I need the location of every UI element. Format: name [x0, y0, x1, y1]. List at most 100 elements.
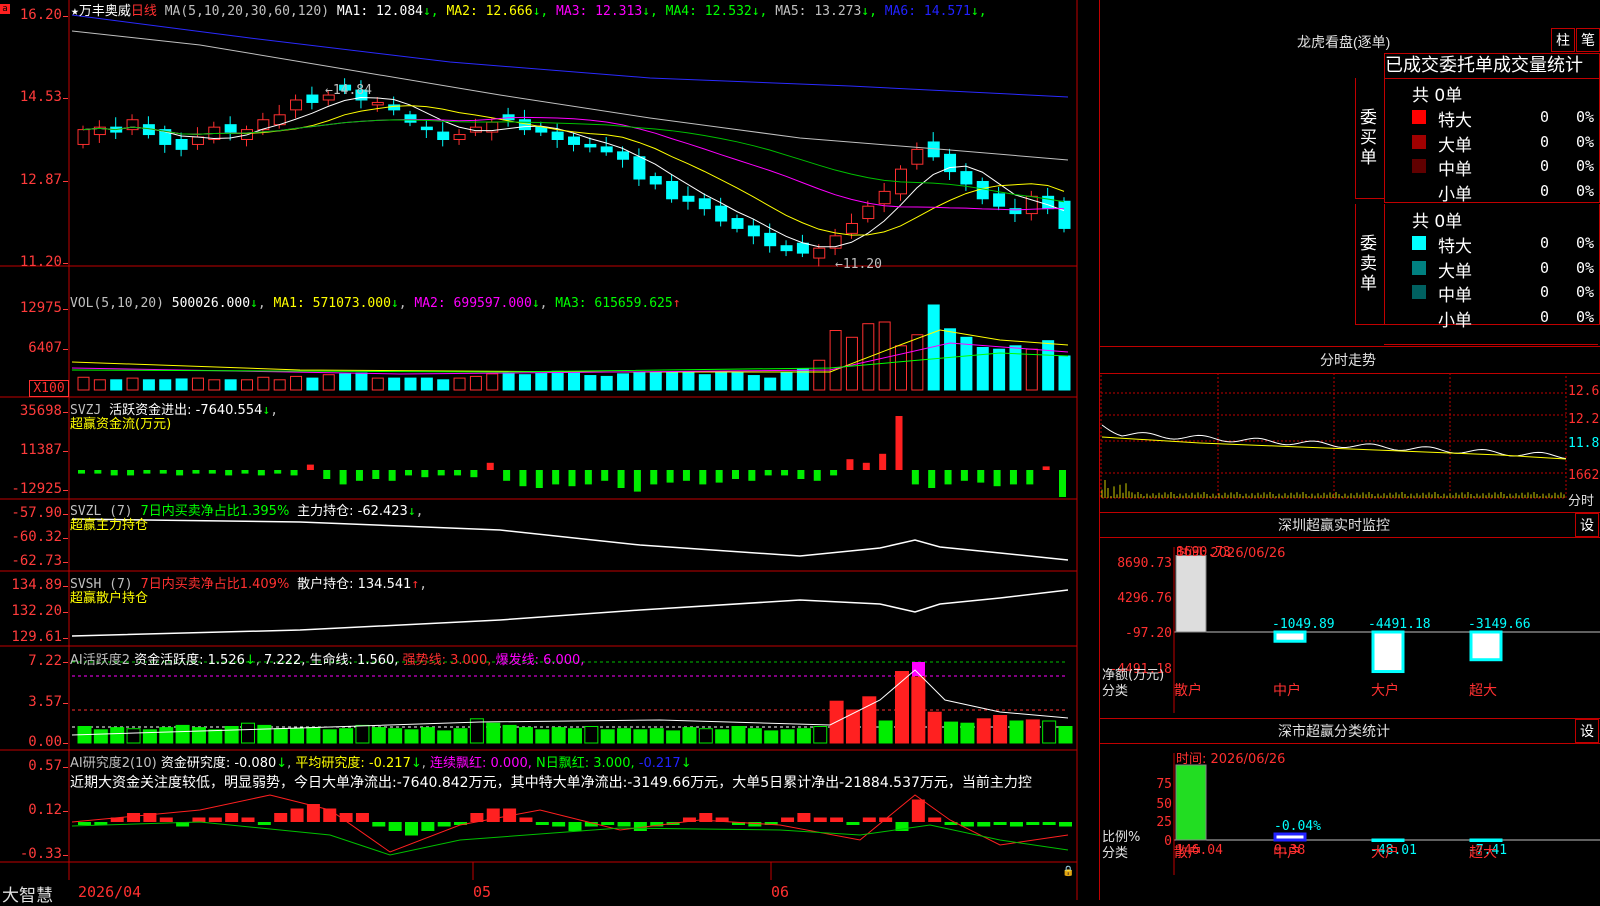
research-bar — [846, 822, 860, 825]
activity-bar — [518, 727, 533, 744]
category-label: 中户 — [1273, 682, 1301, 699]
stock-name[interactable]: 万丰奥威 — [79, 4, 131, 19]
candle[interactable] — [600, 146, 613, 153]
candle[interactable] — [862, 205, 875, 220]
candle[interactable] — [813, 247, 826, 259]
svsh-axis-label: 134.89 — [11, 577, 62, 593]
fenshi-axis-label: 11.83 — [1568, 436, 1600, 451]
candle[interactable] — [633, 156, 646, 180]
candle[interactable] — [878, 190, 891, 205]
volume-bar — [306, 377, 319, 391]
order-color-swatch — [1412, 285, 1426, 299]
volume-bar — [142, 379, 155, 391]
panel-y-label: 50 — [1156, 797, 1172, 812]
order-color-swatch — [1412, 110, 1426, 124]
price-axis-label: 12.87 — [19, 172, 62, 188]
candle[interactable] — [649, 176, 662, 185]
research-bar — [911, 799, 925, 822]
volume-bar — [159, 379, 172, 391]
flow-bar — [993, 470, 1001, 487]
candle[interactable] — [453, 134, 466, 140]
candle[interactable] — [584, 143, 597, 148]
activity-bar — [895, 671, 909, 744]
activity-bar — [241, 722, 255, 744]
candle[interactable] — [388, 104, 401, 111]
candle[interactable] — [747, 225, 760, 237]
bar-mode-button[interactable]: 柱 — [1551, 28, 1575, 52]
axis-tick — [63, 451, 68, 452]
volume-bar — [191, 377, 204, 391]
candle[interactable] — [666, 180, 679, 200]
candle[interactable] — [551, 131, 564, 140]
lock-icon[interactable]: 🔒 — [1062, 866, 1074, 877]
candle[interactable] — [764, 232, 777, 247]
candle[interactable] — [993, 193, 1006, 207]
flow-bar — [650, 470, 658, 485]
candle[interactable] — [911, 148, 924, 165]
candle[interactable] — [796, 242, 809, 254]
candle[interactable] — [715, 205, 728, 222]
period-label[interactable]: 日线 — [131, 4, 157, 19]
activity-bar — [159, 727, 174, 744]
flow-bar — [306, 464, 314, 470]
research-bar — [355, 813, 369, 822]
candle[interactable] — [682, 195, 695, 202]
svsh-ratio: 7日内买卖净占比1.409% — [140, 577, 290, 592]
candle[interactable] — [77, 129, 90, 145]
candle[interactable] — [290, 99, 303, 111]
panel-x-caption: 分类 — [1102, 684, 1128, 699]
ai2-name: AI研究度2(10) — [70, 756, 157, 771]
svsh-hold: 散户持仓: 134.541 — [297, 577, 412, 592]
flow-bar — [339, 470, 347, 485]
candle[interactable] — [175, 139, 188, 150]
candle[interactable] — [845, 222, 858, 234]
activity-bar — [388, 728, 403, 744]
candle[interactable] — [224, 124, 237, 133]
intraday-chart[interactable]: 12.69 12.26 11.83 16624 分时 — [1100, 373, 1600, 510]
candle[interactable] — [780, 245, 793, 252]
candle[interactable] — [191, 136, 204, 145]
candle[interactable] — [1058, 200, 1071, 229]
research-bar — [830, 817, 844, 822]
category-value: -4491.18 — [1368, 617, 1431, 632]
flow-bar — [503, 470, 511, 481]
candle[interactable] — [960, 171, 973, 185]
svzl-axis-label: -57.90 — [11, 505, 62, 521]
candle[interactable] — [731, 218, 744, 229]
classstat-title: 深市超赢分类统计 — [1278, 723, 1390, 739]
kline-title: ★万丰奥威日线 MA(5,10,20,30,60,120) MA1: 12.08… — [71, 0, 987, 19]
fenshi-title: 分时走势 — [1320, 352, 1376, 368]
svzj-axis-label: 11387 — [19, 442, 62, 458]
flow-bar — [846, 459, 854, 470]
activity-bar — [764, 730, 779, 744]
axis-tick — [63, 638, 68, 639]
order-size-label: 小单 — [1438, 184, 1472, 205]
volume-bar — [911, 334, 924, 391]
activity-bar — [862, 696, 877, 744]
activity-bar — [813, 726, 828, 744]
tick-mode-button[interactable]: 笔 — [1576, 28, 1600, 52]
lhkp-tabs[interactable]: 已成交委托单成交量统计 — [1384, 53, 1600, 79]
candle[interactable] — [371, 101, 384, 106]
activity-bar — [780, 729, 795, 744]
flow-bar — [486, 462, 494, 470]
research-bar — [372, 822, 386, 827]
candle[interactable] — [404, 114, 417, 123]
candle[interactable] — [437, 131, 450, 140]
flow-bar — [944, 470, 952, 485]
ai1-axis-label: 7.22 — [28, 653, 62, 669]
ai1-value2: 7.222, — [264, 653, 306, 668]
volume-bar — [568, 372, 580, 391]
activity-bar — [93, 729, 108, 744]
candle[interactable] — [306, 94, 319, 103]
classstat-settings-button[interactable]: 设 — [1575, 719, 1599, 743]
monitor-settings-button[interactable]: 设 — [1575, 513, 1599, 537]
star-icon[interactable]: ★ — [71, 4, 79, 19]
vol-unit-badge[interactable]: X100 — [29, 380, 69, 397]
candle[interactable] — [617, 151, 630, 160]
candle[interactable] — [420, 126, 433, 131]
activity-bar — [437, 730, 452, 744]
candle[interactable] — [698, 198, 711, 210]
candle[interactable] — [568, 136, 580, 145]
activity-bar — [290, 728, 305, 744]
